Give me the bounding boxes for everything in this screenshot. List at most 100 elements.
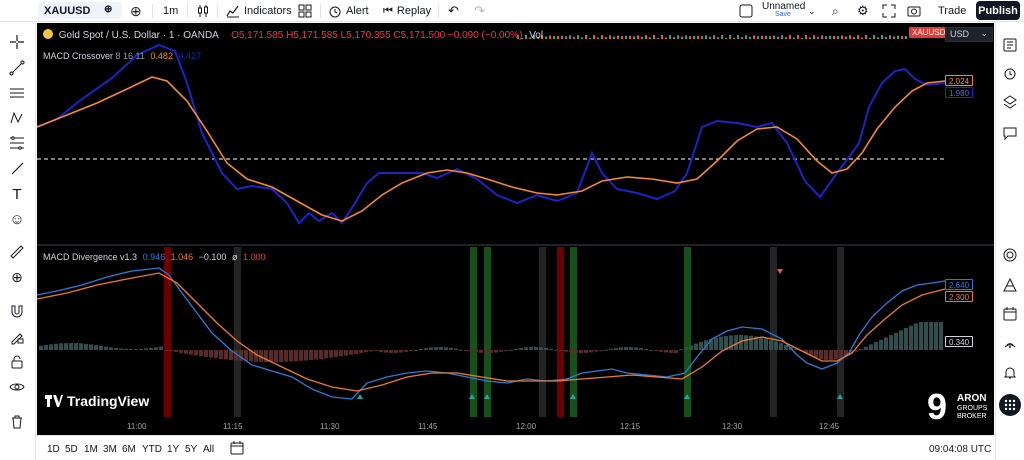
- apps-grid-icon[interactable]: [999, 394, 1021, 416]
- indicators-button[interactable]: Indicators: [226, 3, 292, 19]
- divider: [438, 4, 439, 18]
- time-label: 11:30: [320, 422, 340, 431]
- indicators-icon: [226, 5, 239, 18]
- chart-title[interactable]: Gold Spot / U.S. Dollar · 1 · OANDA: [59, 30, 219, 41]
- time-label: 12:30: [722, 422, 743, 431]
- ruler-icon[interactable]: [7, 242, 27, 262]
- target-icon[interactable]: [1000, 245, 1020, 265]
- trend-line-icon[interactable]: [7, 58, 27, 78]
- chart-legend: Gold Spot / U.S. Dollar · 1 · OANDA O5,1…: [43, 29, 543, 41]
- time-label: 11:45: [418, 422, 438, 431]
- pane2-value3: −0.100: [198, 252, 227, 262]
- alert-button[interactable]: Alert: [328, 3, 369, 19]
- pyramid-icon[interactable]: [1000, 275, 1020, 295]
- time-label: 12:00: [516, 422, 537, 431]
- chart-plot: [37, 35, 994, 417]
- pane1-macd-tag: 1.980: [945, 87, 974, 98]
- broker-sub1: GROUPS: [957, 405, 988, 412]
- broker-emblem-icon: 9: [927, 386, 948, 427]
- pane1-value1: 0.482: [150, 51, 173, 61]
- tradingview-logo-icon: [45, 395, 63, 407]
- zoom-search-icon[interactable]: ⌕: [832, 3, 839, 19]
- crosshair-icon[interactable]: [7, 32, 27, 52]
- compare-add-icon[interactable]: ⊕: [130, 3, 142, 19]
- layers-icon[interactable]: [1000, 92, 1020, 112]
- divider: [320, 4, 321, 18]
- pane2-signal-tag: 2.300: [945, 291, 974, 302]
- chat-icon[interactable]: [1000, 123, 1020, 143]
- divider: [217, 4, 218, 18]
- interval-button[interactable]: 1m: [163, 3, 178, 19]
- range-1d[interactable]: 1D: [47, 444, 60, 455]
- text-tool-icon[interactable]: T: [7, 184, 27, 204]
- range-all[interactable]: All: [203, 444, 214, 455]
- clock-utc[interactable]: 09:04:08 UTC: [929, 444, 991, 455]
- broker-sub2: BROKER: [957, 413, 987, 420]
- fib-tools-icon[interactable]: [7, 133, 27, 153]
- alarm-clock-icon: [329, 6, 341, 18]
- layouts-grid-icon[interactable]: [298, 3, 312, 19]
- zoom-in-icon[interactable]: ⊕: [7, 267, 27, 287]
- publish-button[interactable]: Publish: [976, 1, 1020, 20]
- bottom-range-bar: 1D 5D 1M 3M 6M YTD 1Y 5Y All 09:04:08 UT…: [37, 435, 995, 460]
- gold-icon: [43, 29, 53, 39]
- layout-checkbox-icon[interactable]: [739, 3, 753, 19]
- range-3m[interactable]: 3M: [103, 444, 117, 455]
- range-1m[interactable]: 1M: [84, 444, 98, 455]
- trash-icon[interactable]: [7, 412, 27, 432]
- horizontal-lines-icon[interactable]: [7, 84, 27, 104]
- alert-label: Alert: [346, 5, 369, 17]
- currency-selector[interactable]: USD ⌄: [945, 27, 993, 42]
- magnet-icon[interactable]: [7, 301, 27, 321]
- calendar-icon[interactable]: [1000, 304, 1020, 324]
- chevron-down-icon: ⌄: [980, 28, 988, 38]
- pane2-name[interactable]: MACD Divergence v1.3: [43, 252, 137, 262]
- time-label: 12:45: [819, 422, 840, 431]
- range-1y[interactable]: 1Y: [167, 444, 179, 455]
- chart-ohlc: O5,171.585 H5,171.585 L5,170.355 C5,171.…: [231, 30, 523, 41]
- range-6m[interactable]: 6M: [122, 444, 136, 455]
- redo-icon[interactable]: ↷: [474, 3, 485, 19]
- pattern-icon[interactable]: [7, 108, 27, 128]
- replay-button[interactable]: ⏮ Replay: [383, 3, 431, 19]
- brush-icon[interactable]: [7, 159, 27, 179]
- symbol-search[interactable]: XAUUSD ⊕: [38, 2, 122, 19]
- alarm-clock-icon[interactable]: [1000, 63, 1020, 83]
- pane1-signal-tag: 2.024: [945, 75, 974, 86]
- macd-line: [37, 43, 946, 225]
- time-label: 12:15: [620, 422, 641, 431]
- pencil-lock-icon[interactable]: [7, 327, 27, 347]
- pane1-legend: MACD Crossover 8 16 11 0.482 0.427: [43, 51, 201, 61]
- layout-save-hint: Save: [775, 11, 791, 18]
- divider: [152, 4, 153, 18]
- settings-gear-icon[interactable]: ⚙: [857, 3, 869, 19]
- candles-icon[interactable]: [196, 3, 210, 19]
- symbol-badge: XAUUSD: [909, 27, 949, 38]
- symbol-options-icon[interactable]: ⊕: [104, 4, 112, 15]
- emoji-icon[interactable]: ☺: [7, 209, 27, 229]
- trade-button[interactable]: Trade: [938, 3, 966, 19]
- signal-line: [37, 76, 946, 222]
- lock-icon[interactable]: [7, 352, 27, 372]
- pane1-name[interactable]: MACD Crossover: [43, 51, 113, 61]
- chart-canvas[interactable]: Gold Spot / U.S. Dollar · 1 · OANDA O5,1…: [37, 23, 994, 435]
- undo-icon[interactable]: ↶: [448, 3, 459, 19]
- camera-snapshot-icon[interactable]: [907, 3, 921, 19]
- fullscreen-icon[interactable]: [882, 3, 896, 19]
- pane2-legend: MACD Divergence v1.3 0.946 1.046 −0.100 …: [43, 252, 266, 262]
- symbol-text: XAUUSD: [44, 4, 91, 17]
- pane2-value2: 1.046: [170, 252, 194, 262]
- range-5y[interactable]: 5Y: [185, 444, 197, 455]
- podcast-icon[interactable]: [1000, 333, 1020, 353]
- divider: [187, 4, 188, 18]
- time-label: 11:00: [127, 422, 147, 431]
- eye-icon[interactable]: [7, 377, 27, 397]
- goto-date-icon[interactable]: [230, 441, 244, 458]
- broker-name: ARON: [957, 393, 987, 404]
- watchlist-icon[interactable]: [1000, 35, 1020, 55]
- range-5d[interactable]: 5D: [65, 444, 78, 455]
- bell-icon[interactable]: [1000, 363, 1020, 383]
- range-ytd[interactable]: YTD: [142, 444, 162, 455]
- tradingview-watermark: TradingView: [45, 393, 149, 409]
- chevron-down-icon[interactable]: ⌄: [808, 3, 816, 19]
